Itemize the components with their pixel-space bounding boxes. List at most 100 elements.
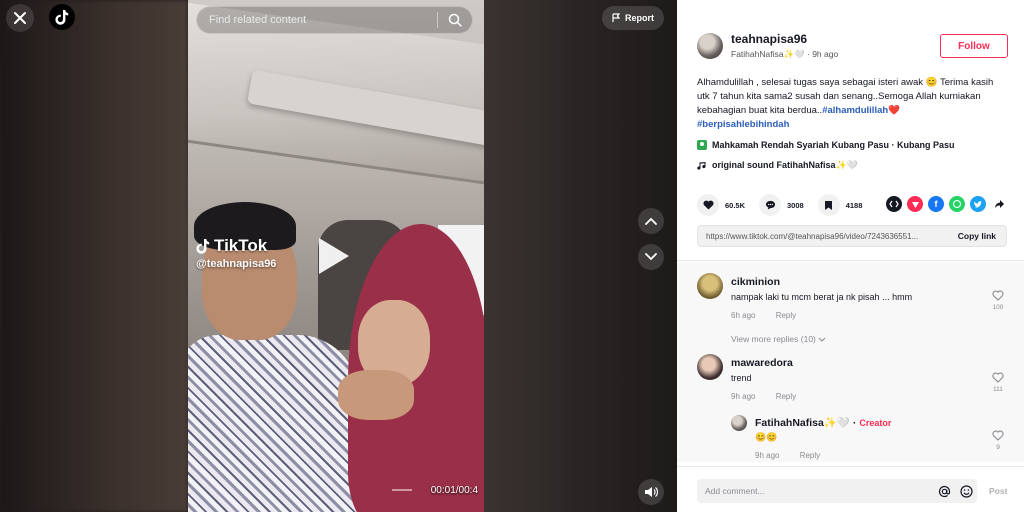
comment-composer: Post <box>677 466 1024 512</box>
comment-count: 3008 <box>787 200 804 210</box>
comment-bubble-icon <box>765 200 775 210</box>
comments-list[interactable]: cikminion nampak laki tu mcm berat ja nk… <box>677 262 1024 462</box>
view-more-replies-label: View more replies (10) <box>731 334 816 344</box>
author-nickname: FatihahNafisa✨🤍 <box>731 49 805 59</box>
volume-icon <box>645 487 658 497</box>
add-comment-input[interactable] <box>697 486 933 496</box>
search-button[interactable] <box>438 6 472 34</box>
author-username[interactable]: teahnapisa96 <box>731 32 838 46</box>
creator-badge: Creator <box>859 418 892 428</box>
volume-button[interactable] <box>638 479 664 505</box>
reply-button[interactable]: Reply <box>776 392 796 401</box>
twitter-bird-icon <box>974 200 982 208</box>
whatsapp-icon <box>952 199 962 209</box>
commenter-name[interactable]: cikminion <box>731 276 780 288</box>
flag-icon <box>612 13 621 22</box>
tiktok-watermark: TikTok @teahnapisa96 <box>196 236 276 270</box>
whatsapp-share-button[interactable] <box>949 196 965 212</box>
comment-text: nampak laki tu mcm berat ja nk pisah ...… <box>731 292 913 302</box>
report-button[interactable]: Report <box>602 6 664 30</box>
send-icon <box>911 201 919 208</box>
embed-button[interactable] <box>886 196 902 212</box>
emoji-button[interactable] <box>955 484 977 498</box>
like-count: 60.5K <box>725 200 746 210</box>
search-bar <box>196 6 473 34</box>
creator-reply-time: 9h ago <box>755 451 780 460</box>
like-button[interactable]: 60.5K <box>697 194 745 216</box>
comment-button[interactable]: 3008 <box>759 194 804 216</box>
watermark-logo-text: TikTok <box>214 236 268 255</box>
progress-bar[interactable] <box>392 489 412 491</box>
sound-row[interactable]: original sound FatihahNafisa✨🤍 <box>697 160 858 171</box>
creator-reply-item: FatihahNafisa✨🤍 · Creator 😊😊 9h ago Repl… <box>731 413 971 463</box>
reply-button[interactable]: Reply <box>776 311 796 320</box>
video-link-box: https://www.tiktok.com/@teahnapisa96/vid… <box>697 225 1007 247</box>
tiktok-logo-icon <box>55 10 69 25</box>
next-video-button[interactable] <box>638 244 664 270</box>
tiktok-logo[interactable] <box>49 4 75 30</box>
watermark-username: @teahnapisa96 <box>196 258 277 270</box>
author-avatar[interactable] <box>697 33 723 59</box>
comment-like-count: 100 <box>992 304 1004 311</box>
man-shirt <box>188 335 358 512</box>
play-icon[interactable] <box>319 238 349 274</box>
close-icon <box>14 12 26 24</box>
video-url[interactable]: https://www.tiktok.com/@teahnapisa96/vid… <box>698 232 948 241</box>
comment-text: trend <box>731 373 752 383</box>
facebook-share-button[interactable]: f <box>928 196 944 212</box>
follow-button[interactable]: Follow <box>940 34 1008 58</box>
previous-video-button[interactable] <box>638 208 664 234</box>
creator-reply-meta: 9h ago Reply <box>755 451 838 460</box>
mention-button[interactable] <box>933 485 955 498</box>
creator-avatar[interactable] <box>731 415 747 431</box>
details-panel: teahnapisa96 FatihahNafisa✨🤍 · 9h ago Fo… <box>677 0 1024 512</box>
comment-like-button[interactable]: 100 <box>992 290 1004 311</box>
bookmark-icon <box>825 200 833 210</box>
search-input[interactable] <box>197 14 437 26</box>
comment-like-button[interactable]: 9 <box>992 430 1004 451</box>
send-to-friends-button[interactable] <box>907 196 923 212</box>
reply-button[interactable]: Reply <box>800 451 820 460</box>
view-more-replies-button[interactable]: View more replies (10) <box>731 334 826 344</box>
comment-item: mawaredora trend 9h ago Reply <box>697 354 1007 414</box>
embed-icon <box>889 200 899 208</box>
heart-outline-icon <box>992 372 1004 383</box>
chevron-down-icon <box>818 337 826 342</box>
post-comment-button[interactable]: Post <box>989 486 1007 496</box>
heart-icon <box>702 200 714 210</box>
comment-item: cikminion nampak laki tu mcm berat ja nk… <box>697 273 1007 343</box>
comment-like-button[interactable]: 111 <box>992 372 1004 393</box>
location-label[interactable]: Mahkamah Rendah Syariah Kubang Pasu · Ku… <box>712 140 955 150</box>
comment-time: 9h ago <box>731 392 756 401</box>
comment-meta: 6h ago Reply <box>731 311 814 320</box>
commenter-name[interactable]: mawaredora <box>731 357 793 369</box>
comment-like-count: 9 <box>996 444 1000 451</box>
hashtag-link[interactable]: #berpisahlebihindah <box>697 119 789 130</box>
tiktok-note-icon <box>196 239 210 254</box>
video-stage: TikTok @teahnapisa96 00:01/00:4 Repor <box>0 0 677 512</box>
comment-like-count: 111 <box>993 386 1003 393</box>
save-button[interactable]: 4188 <box>817 194 863 216</box>
creator-name[interactable]: FatihahNafisa✨🤍 <box>755 417 850 429</box>
video-player[interactable]: TikTok @teahnapisa96 00:01/00:4 <box>188 0 484 512</box>
sound-label[interactable]: original sound FatihahNafisa✨🤍 <box>712 160 858 171</box>
twitter-share-button[interactable] <box>970 196 986 212</box>
author-row[interactable]: teahnapisa96 FatihahNafisa✨🤍 · 9h ago <box>697 32 838 60</box>
action-bar: 60.5K 3008 4188 f <box>697 194 1007 216</box>
comment-time: 6h ago <box>731 311 756 320</box>
commenter-avatar[interactable] <box>697 354 723 380</box>
commenter-avatar[interactable] <box>697 273 723 299</box>
music-note-icon <box>697 161 706 170</box>
close-button[interactable] <box>6 4 34 32</box>
heart-outline-icon <box>992 430 1004 441</box>
location-row[interactable]: Mahkamah Rendah Syariah Kubang Pasu · Ku… <box>697 140 955 150</box>
location-pin-icon <box>697 140 707 150</box>
comment-meta: 9h ago Reply <box>731 392 814 401</box>
blurred-backdrop-left <box>0 0 188 512</box>
chevron-up-icon <box>645 217 657 225</box>
save-count: 4188 <box>845 200 863 210</box>
hand <box>338 370 414 420</box>
more-share-button[interactable] <box>991 196 1007 212</box>
copy-link-button[interactable]: Copy link <box>948 231 1006 241</box>
hashtag-link[interactable]: #alhamdulillah <box>822 105 888 116</box>
